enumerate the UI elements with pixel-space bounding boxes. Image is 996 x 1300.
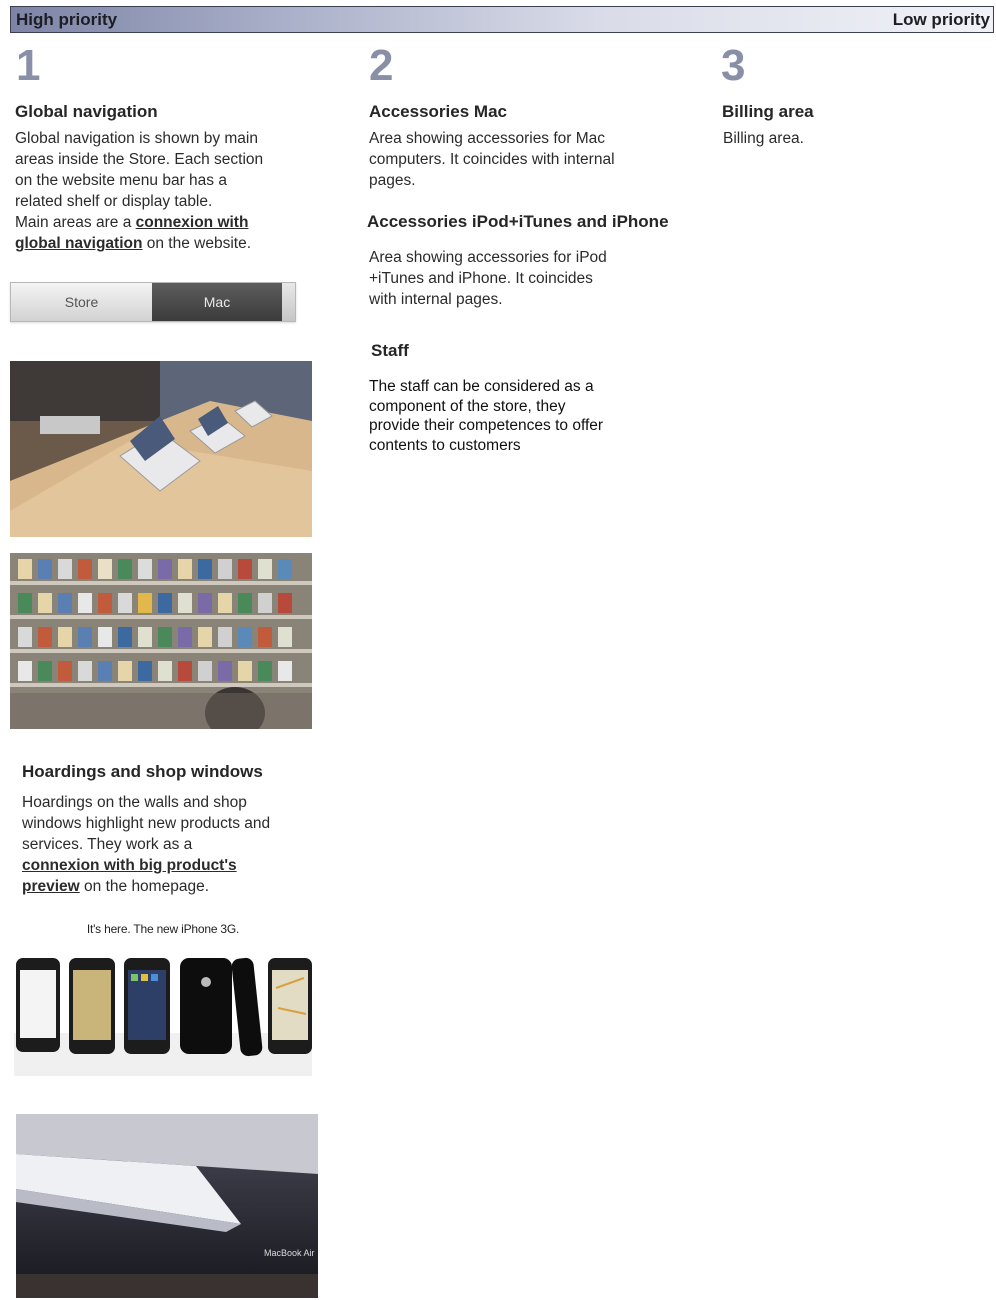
store-table-photo [10,361,312,537]
connexion-global-navigation-link[interactable]: connexion with [136,214,249,231]
billing-area-text: Billing area. [723,130,804,147]
macbook-air-banner: MacBook Air [16,1114,318,1298]
tab-store[interactable]: Store [11,283,152,321]
global-navigation-title: Global navigation [15,102,158,121]
accessories-ipod-title: Accessories iPod+iTunes and iPhone [367,212,669,231]
hoardings-title: Hoardings and shop windows [22,762,263,781]
hoardings-text: Hoardings on the walls and shop windows … [22,794,271,895]
accessories-ipod-text: Area showing accessories for iPod +iTune… [369,249,607,308]
macbook-air-label: MacBook Air [264,1248,315,1258]
preview-link[interactable]: preview [22,878,80,895]
global-navigation-text: Global navigation is shown by main areas… [15,130,264,252]
billing-area-title: Billing area [722,102,814,121]
store-shelves-photo [10,553,312,729]
staff-title: Staff [371,341,409,360]
global-navigation-link[interactable]: global navigation [15,235,142,252]
column-2-number: 2 [369,41,394,90]
staff-text: The staff can be considered as a compone… [369,378,604,454]
low-priority-label: Low priority [892,9,990,29]
column-1-number: 1 [16,41,41,90]
high-priority-label: High priority [16,9,118,29]
iphone-ad-image: It's here. The new iPhone 3G. [14,918,312,1076]
priority-bar: High priority Low priority [10,6,994,33]
store-mac-tabs: Store Mac [10,282,296,322]
accessories-mac-text: Area showing accessories for Mac compute… [369,130,615,189]
column-3-number: 3 [721,41,746,90]
tab-mac[interactable]: Mac [152,283,282,321]
accessories-mac-title: Accessories Mac [369,102,507,121]
connexion-product-preview-link[interactable]: connexion with big product's [22,857,237,874]
tab-end-cap [282,283,295,321]
